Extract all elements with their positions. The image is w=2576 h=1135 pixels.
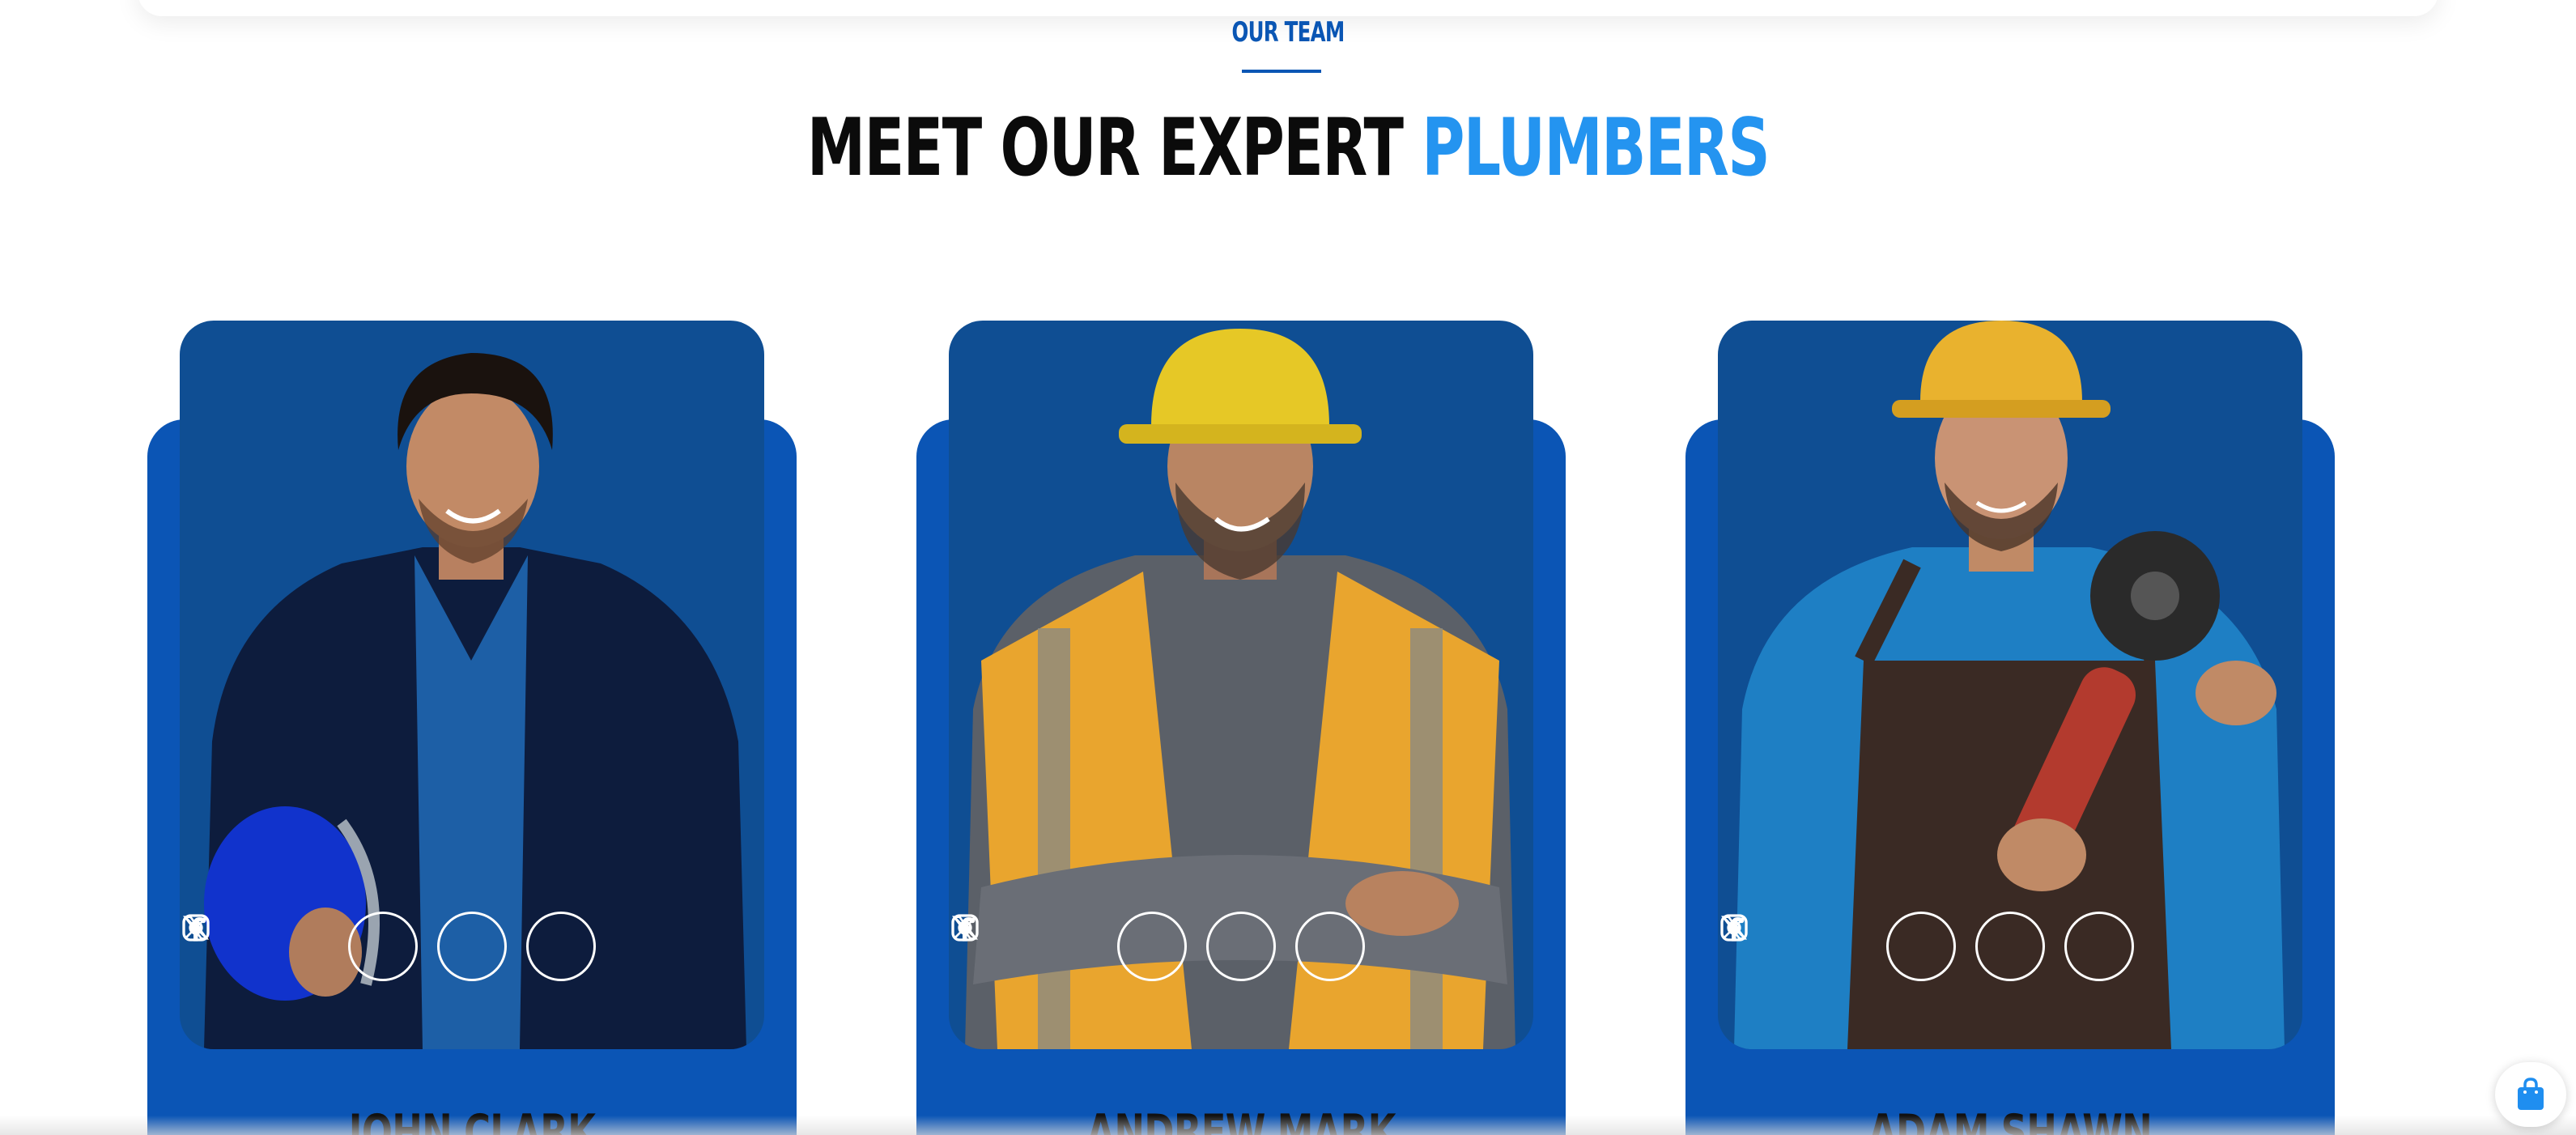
facebook-icon[interactable] <box>189 912 418 981</box>
section-eyebrow: OUR TEAM <box>1231 16 1345 49</box>
instagram-icon[interactable] <box>182 912 596 981</box>
team-card: ADAM SHAWN <box>1685 321 2335 1135</box>
team-member-name: JOHN CLARK <box>348 1104 596 1135</box>
facebook-icon[interactable] <box>959 912 1187 981</box>
cart-button[interactable] <box>2495 1062 2566 1127</box>
shopping-bag-icon <box>2518 1078 2544 1110</box>
team-card: JOHN CLARK <box>147 321 797 1135</box>
team-section: OUR TEAM MEET OUR EXPERT PLUMBERS JOHN C… <box>0 0 2576 1135</box>
heading-main: MEET OUR EXPERT <box>806 102 1404 194</box>
team-member-photo <box>949 321 1533 1049</box>
team-member-photo <box>1718 321 2302 1049</box>
x-icon[interactable] <box>1721 912 2045 981</box>
x-icon[interactable] <box>183 912 507 981</box>
social-links <box>180 912 764 981</box>
team-member-name: ANDREW MARK <box>1086 1104 1396 1135</box>
team-card: ANDREW MARK <box>916 321 1566 1135</box>
heading-accent: PLUMBERS <box>1422 102 1770 194</box>
header-shadow <box>138 0 2438 16</box>
section-heading: MEET OUR EXPERT PLUMBERS <box>335 96 2242 201</box>
social-links <box>949 912 1533 981</box>
instagram-icon[interactable] <box>1720 912 2134 981</box>
team-member-photo <box>180 321 764 1049</box>
social-links <box>1718 912 2302 981</box>
facebook-icon[interactable] <box>1728 912 1956 981</box>
x-icon[interactable] <box>952 912 1276 981</box>
instagram-icon[interactable] <box>951 912 1365 981</box>
eyebrow-underline <box>1242 70 1321 73</box>
team-member-name: ADAM SHAWN <box>1868 1104 2153 1135</box>
